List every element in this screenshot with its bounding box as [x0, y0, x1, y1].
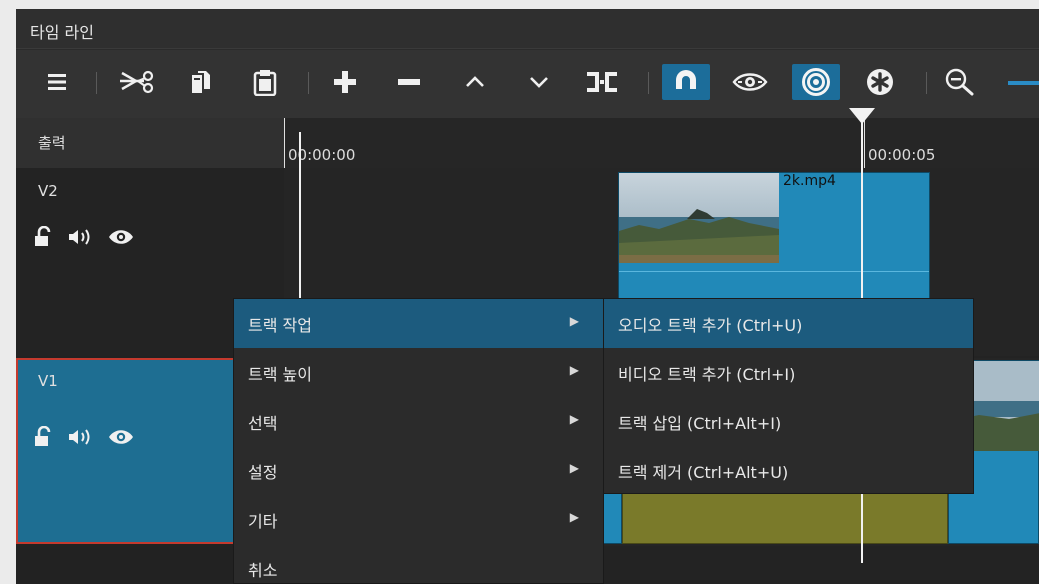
- split-icon: [587, 72, 617, 92]
- track-name: V1: [38, 372, 58, 390]
- lock-icon[interactable]: [34, 226, 54, 248]
- edit-cursor-line: [299, 132, 301, 322]
- clip-audio-line: [619, 271, 929, 272]
- menu-item-other[interactable]: 기타 ▶: [234, 495, 603, 544]
- lift-icon: [466, 76, 484, 87]
- clip-label: 2k.mp4: [781, 173, 838, 189]
- menu-item-select[interactable]: 선택 ▶: [234, 397, 603, 446]
- submenu-item-add-audio-track[interactable]: 오디오 트랙 추가 (Ctrl+U): [604, 299, 973, 348]
- track-context-menu: 트랙 작업 ▶ 트랙 높이 ▶ 선택 ▶ 설정 ▶ 기타 ▶ 취소: [233, 298, 604, 584]
- ruler-start-line: [284, 118, 285, 168]
- zoom-out-button[interactable]: [938, 64, 982, 100]
- plus-icon: [334, 71, 356, 93]
- submenu-arrow-icon: ▶: [569, 461, 579, 475]
- mute-audio-icon[interactable]: [68, 228, 94, 246]
- paste-icon: [253, 70, 277, 96]
- toolbar-separator: [96, 72, 97, 94]
- clip-thumbnail: [619, 173, 779, 263]
- track-operations-submenu: 오디오 트랙 추가 (Ctrl+U) 비디오 트랙 추가 (Ctrl+I) 트랙…: [603, 298, 974, 494]
- panel-title: 타임 라인: [30, 23, 94, 42]
- remove-button[interactable]: [392, 64, 426, 100]
- menu-item-track-height[interactable]: 트랙 높이 ▶: [234, 348, 603, 397]
- ripple-button[interactable]: [792, 64, 840, 100]
- ripple-target-icon: [802, 68, 830, 96]
- submenu-arrow-icon: ▶: [569, 412, 579, 426]
- menu-icon: [48, 74, 66, 90]
- menu-button[interactable]: [42, 64, 72, 100]
- menu-item-settings[interactable]: 설정 ▶: [234, 446, 603, 495]
- output-header: 출력: [16, 118, 284, 168]
- submenu-arrow-icon: ▶: [569, 314, 579, 328]
- output-label: 출력: [38, 134, 66, 152]
- time-ruler[interactable]: 00:00:00 00:00:05: [284, 118, 1039, 168]
- submenu-item-add-video-track[interactable]: 비디오 트랙 추가 (Ctrl+I): [604, 348, 973, 397]
- lift-button[interactable]: [460, 64, 490, 100]
- minus-icon: [398, 79, 420, 85]
- ripple-all-button[interactable]: [858, 64, 902, 100]
- track-name: V2: [38, 182, 58, 200]
- scrub-button[interactable]: [728, 64, 772, 100]
- panel-titlebar: 타임 라인: [16, 9, 1039, 49]
- toolbar-separator: [926, 72, 927, 94]
- split-button[interactable]: [582, 64, 622, 100]
- menu-item-track-operations[interactable]: 트랙 작업 ▶: [234, 299, 603, 348]
- ripple-all-icon: [867, 69, 893, 95]
- copy-icon: [192, 71, 210, 93]
- submenu-item-insert-track[interactable]: 트랙 삽입 (Ctrl+Alt+I): [604, 397, 973, 446]
- copy-button[interactable]: [184, 64, 218, 100]
- ruler-label-mark: 00:00:05: [868, 146, 936, 164]
- cut-icon: [120, 70, 154, 94]
- submenu-arrow-icon: ▶: [569, 363, 579, 377]
- submenu-item-remove-track[interactable]: 트랙 제거 (Ctrl+Alt+U): [604, 446, 973, 495]
- submenu-arrow-icon: ▶: [569, 510, 579, 524]
- cut-button[interactable]: [116, 64, 160, 100]
- snap-magnet-icon: [676, 70, 696, 94]
- toolbar-separator: [308, 72, 309, 94]
- visibility-eye-icon[interactable]: [108, 428, 134, 446]
- menu-item-cancel[interactable]: 취소: [234, 544, 603, 584]
- timeline-toolbar: [16, 50, 1039, 118]
- toolbar-separator: [648, 72, 649, 94]
- mute-audio-icon[interactable]: [68, 428, 94, 446]
- visibility-eye-icon[interactable]: [108, 228, 134, 246]
- paste-button[interactable]: [248, 64, 282, 100]
- ruler-mark-line: [864, 118, 865, 168]
- overwrite-icon: [530, 77, 548, 88]
- scrub-eye-icon: [732, 73, 768, 91]
- overwrite-button[interactable]: [524, 64, 554, 100]
- append-button[interactable]: [328, 64, 362, 100]
- zoom-slider[interactable]: [1008, 81, 1039, 85]
- lock-icon[interactable]: [34, 426, 54, 448]
- zoom-out-icon: [945, 68, 974, 96]
- snap-button[interactable]: [662, 64, 710, 100]
